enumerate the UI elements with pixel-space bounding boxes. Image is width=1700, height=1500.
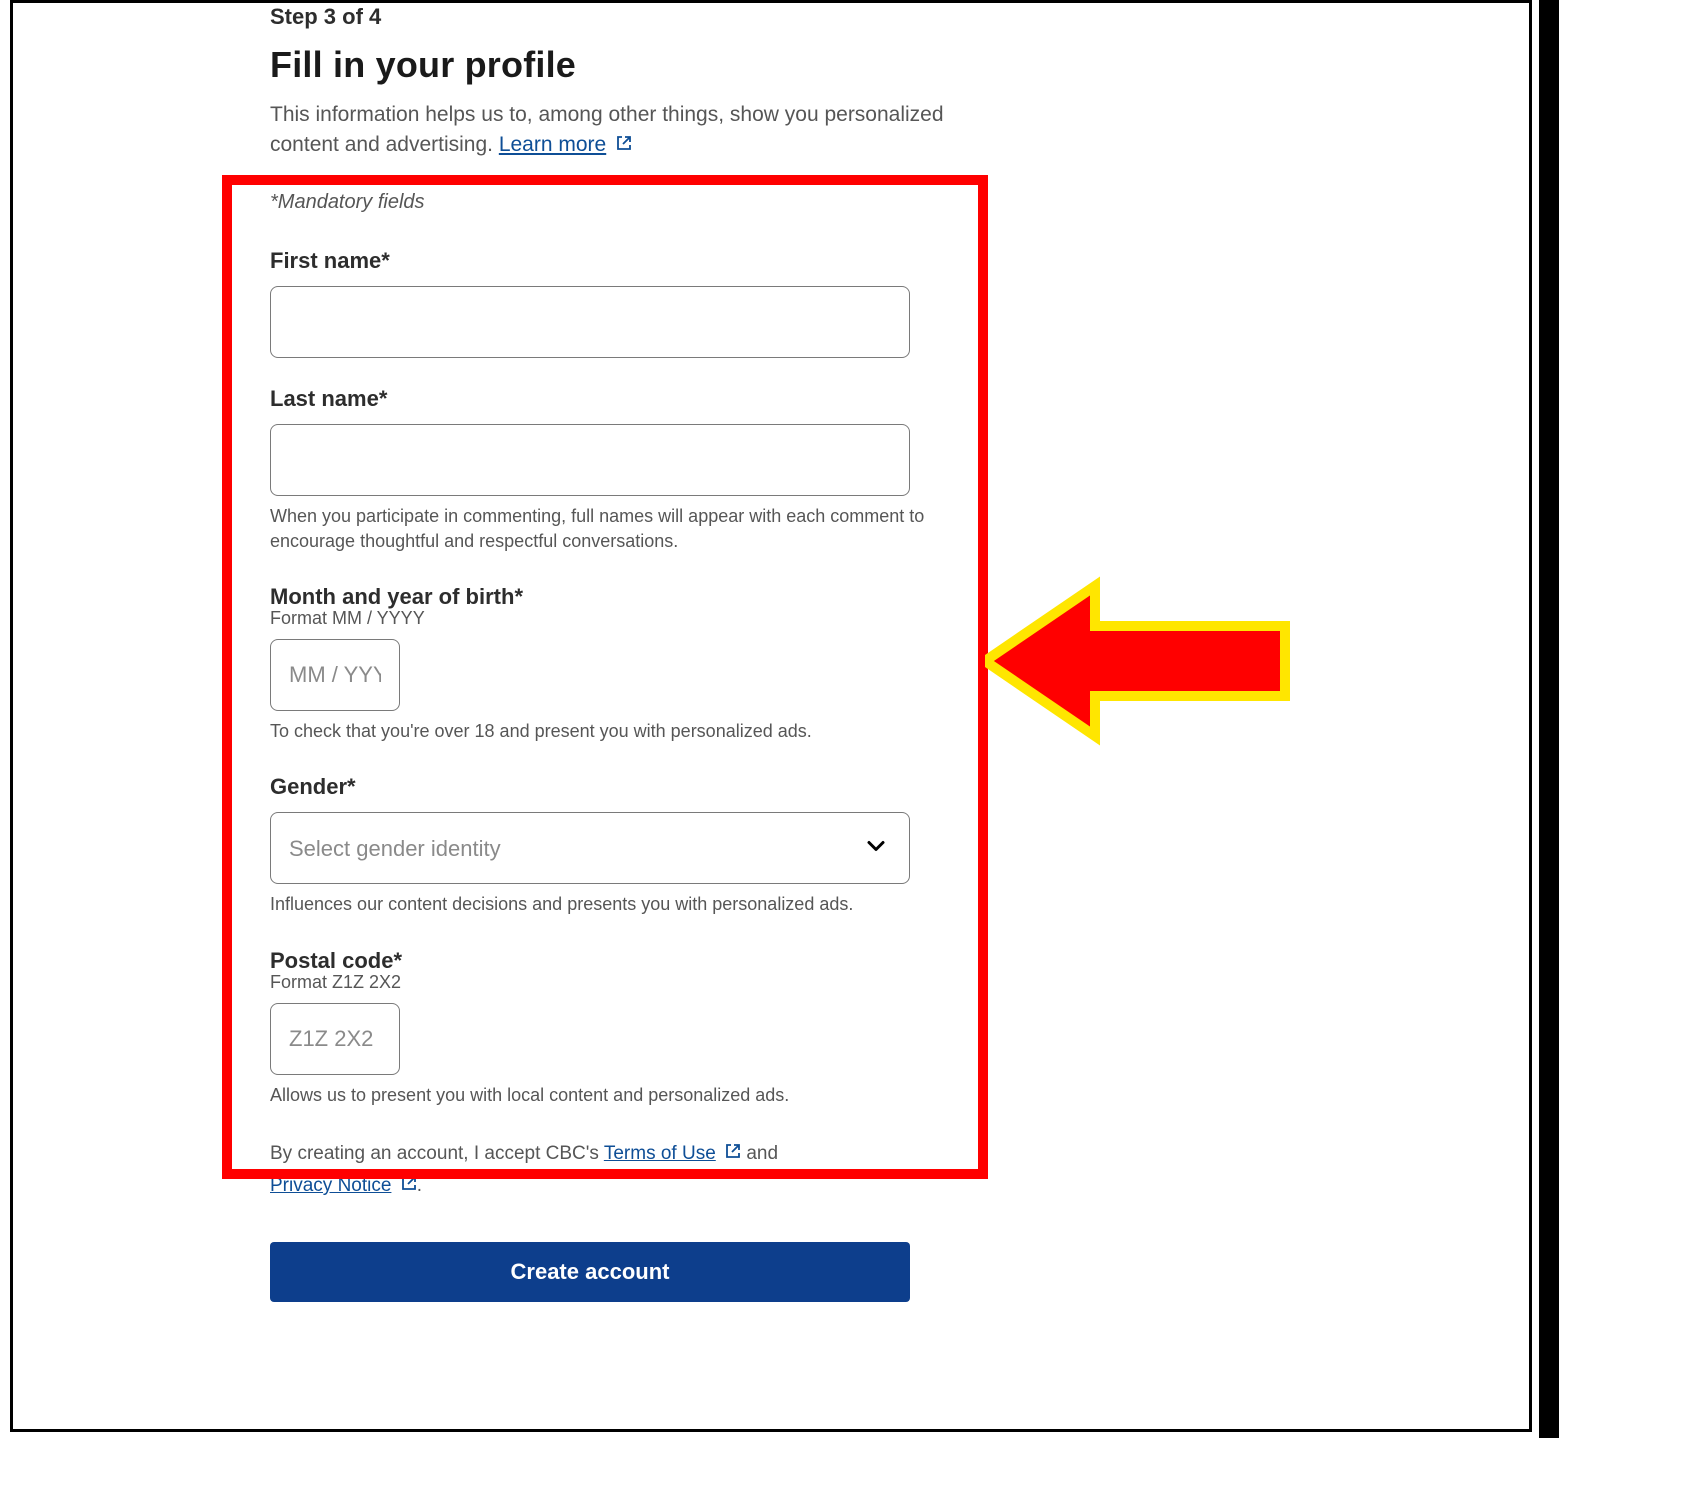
legal-middle: and xyxy=(746,1143,778,1164)
external-link-icon xyxy=(725,1143,741,1159)
last-name-group: Last name* When you participate in comme… xyxy=(270,386,990,554)
legal-prefix: By creating an account, I accept CBC's xyxy=(270,1143,604,1164)
privacy-notice-link[interactable]: Privacy Notice xyxy=(270,1175,391,1196)
gender-select[interactable]: Select gender identity xyxy=(270,812,910,884)
external-link-icon xyxy=(616,135,632,151)
postal-input[interactable] xyxy=(270,1003,400,1075)
page-title: Fill in your profile xyxy=(270,44,990,86)
postal-format: Format Z1Z 2X2 xyxy=(270,972,990,993)
legal-suffix: . xyxy=(417,1175,422,1196)
last-name-input[interactable] xyxy=(270,424,910,496)
mandatory-note: *Mandatory fields xyxy=(270,191,990,214)
postal-group: Postal code* Format Z1Z 2X2 Allows us to… xyxy=(270,948,990,1108)
legal-text: By creating an account, I accept CBC's T… xyxy=(270,1138,990,1203)
page-description: This information helps us to, among othe… xyxy=(270,100,990,161)
last-name-label: Last name* xyxy=(270,386,990,412)
step-indicator: Step 3 of 4 xyxy=(270,4,990,30)
gender-help: Influences our content decisions and pre… xyxy=(270,892,990,917)
birth-group: Month and year of birth* Format MM / YYY… xyxy=(270,584,990,744)
first-name-input[interactable] xyxy=(270,286,910,358)
window-right-edge xyxy=(1539,0,1559,1438)
birth-help: To check that you're over 18 and present… xyxy=(270,719,990,744)
gender-group: Gender* Select gender identity Influence… xyxy=(270,774,990,917)
form-column: Step 3 of 4 Fill in your profile This in… xyxy=(270,4,990,1302)
last-name-help: When you participate in commenting, full… xyxy=(270,504,990,554)
external-link-icon xyxy=(401,1175,417,1191)
birth-format: Format MM / YYYY xyxy=(270,608,990,629)
gender-label: Gender* xyxy=(270,774,990,800)
postal-help: Allows us to present you with local cont… xyxy=(270,1083,990,1108)
postal-label: Postal code* xyxy=(270,948,990,974)
description-text: This information helps us to, among othe… xyxy=(270,103,944,156)
birth-label: Month and year of birth* xyxy=(270,584,990,610)
terms-of-use-link[interactable]: Terms of Use xyxy=(604,1143,716,1164)
create-account-button[interactable]: Create account xyxy=(270,1242,910,1302)
birth-input[interactable] xyxy=(270,639,400,711)
first-name-group: First name* xyxy=(270,248,990,358)
learn-more-link[interactable]: Learn more xyxy=(499,133,606,156)
first-name-label: First name* xyxy=(270,248,990,274)
